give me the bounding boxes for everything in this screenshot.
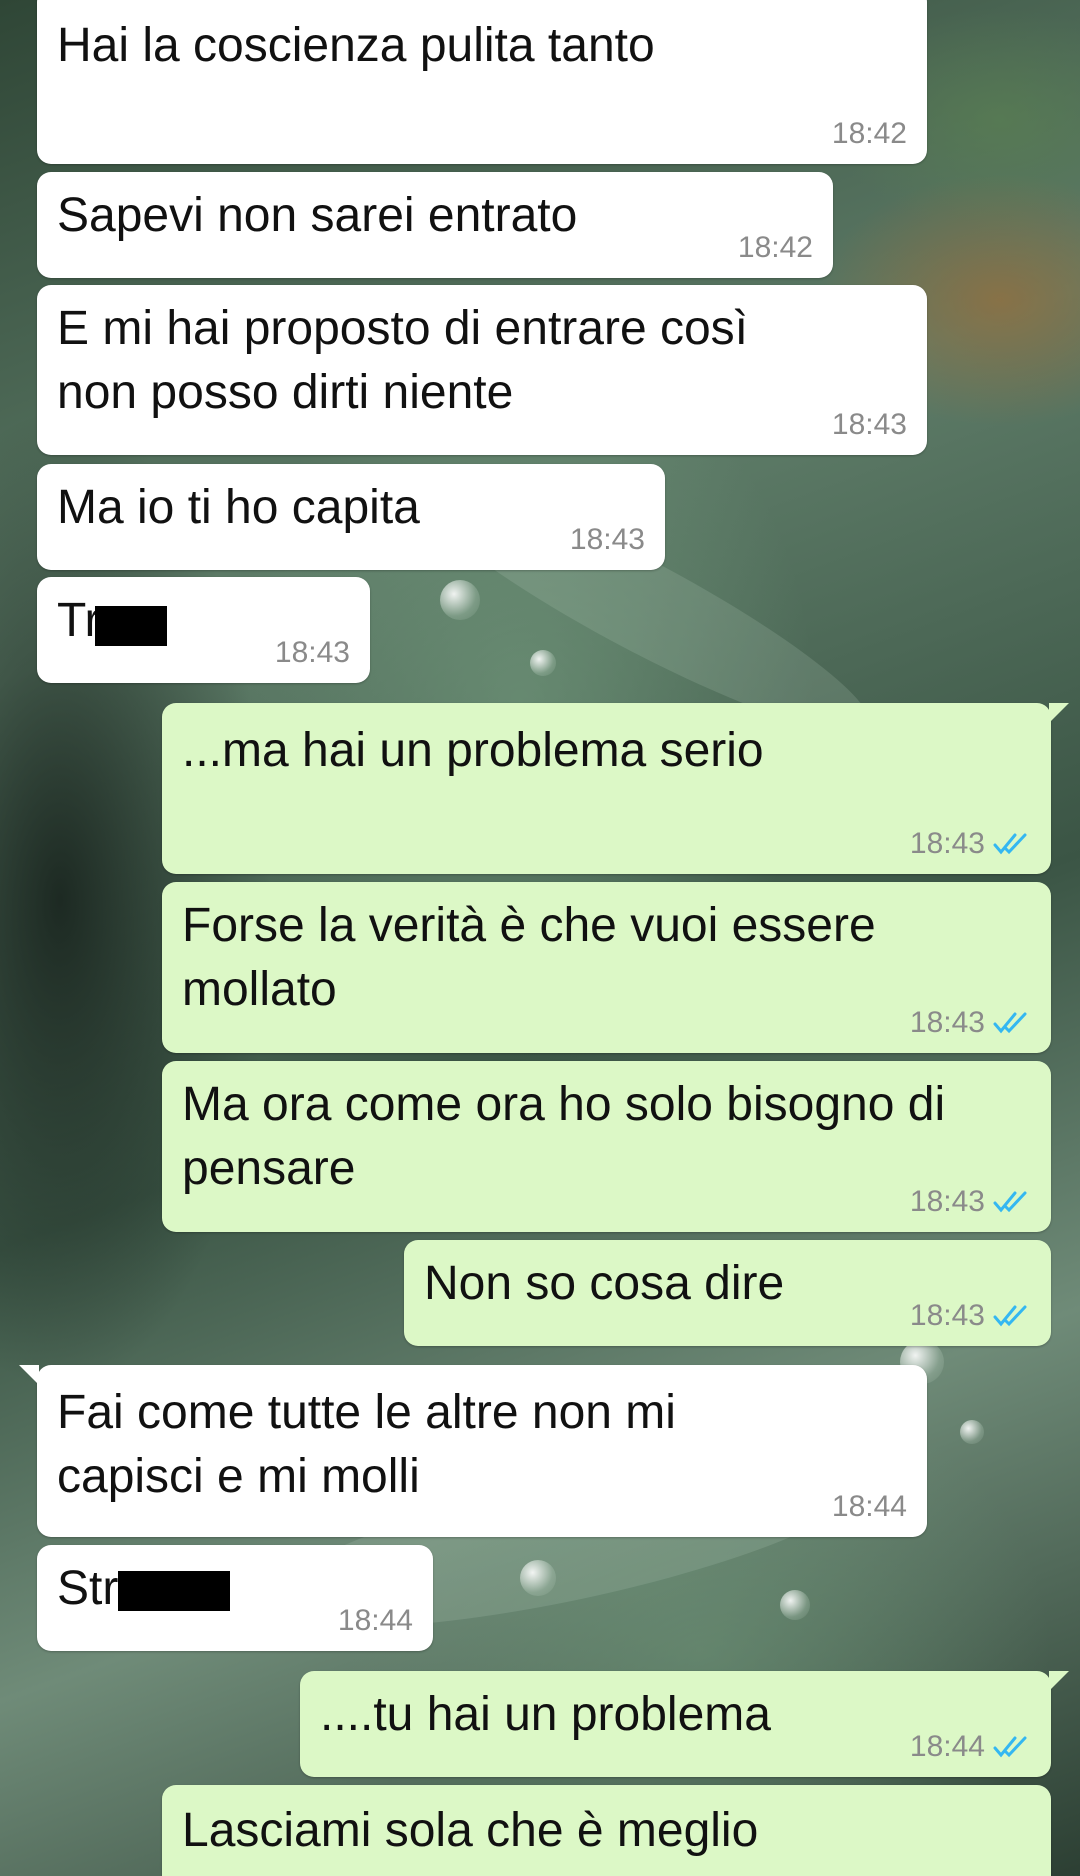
message-text: Ma ora come ora ho solo bisogno di pensa… bbox=[182, 1078, 959, 1195]
double-check-icon bbox=[993, 1191, 1027, 1213]
message-text: Hai la coscienza pulita tanto bbox=[57, 19, 655, 72]
redaction-box bbox=[118, 1571, 231, 1612]
message-meta: 18:43 bbox=[910, 1007, 1031, 1039]
message-text: Forse la verità è che vuoi essere mollat… bbox=[182, 899, 889, 1016]
message-meta: 18:43 bbox=[910, 828, 1031, 860]
message-timestamp: 18:43 bbox=[569, 523, 645, 556]
message-meta: 18:42 bbox=[832, 118, 907, 150]
message-meta: 18:43 bbox=[275, 637, 350, 669]
message-bubble-outgoing[interactable]: ...ma hai un problema serio 18:43 bbox=[162, 703, 1069, 874]
bubble-tail bbox=[1049, 703, 1069, 723]
double-check-icon bbox=[993, 1305, 1027, 1327]
message-bubble-incoming[interactable]: Tr 18:43 bbox=[37, 577, 370, 683]
message-timestamp: 18:42 bbox=[737, 231, 813, 264]
message-bubble-incoming[interactable]: Sapevi non sarei entrato 18:42 bbox=[37, 172, 833, 278]
message-meta: 18:42 bbox=[738, 232, 813, 264]
message-text: Lasciami sola che è meglio bbox=[182, 1804, 759, 1857]
message-meta: 18:44 bbox=[910, 1731, 1031, 1763]
message-timestamp: 18:43 bbox=[274, 636, 350, 669]
message-text: ...ma hai un problema serio bbox=[182, 724, 764, 777]
message-text: Fai come tutte le altre non mi capisci e… bbox=[57, 1386, 690, 1503]
message-text: Str bbox=[57, 1562, 119, 1615]
message-text: Sapevi non sarei entrato bbox=[57, 189, 578, 242]
chat-messages-list[interactable]: Hai la coscienza pulita tanto 18:42 Sape… bbox=[0, 0, 1080, 1876]
message-meta: 18:44 bbox=[832, 1491, 907, 1523]
message-bubble-incoming[interactable]: Str 18:44 bbox=[37, 1545, 433, 1651]
message-timestamp: 18:44 bbox=[831, 1490, 907, 1523]
double-check-icon bbox=[993, 833, 1027, 855]
message-timestamp: 18:43 bbox=[831, 408, 907, 441]
bubble-tail bbox=[19, 1365, 39, 1385]
message-bubble-outgoing[interactable]: Forse la verità è che vuoi essere mollat… bbox=[162, 882, 1051, 1053]
bubble-tail bbox=[1049, 1671, 1069, 1691]
message-bubble-outgoing[interactable]: Lasciami sola che è meglio bbox=[162, 1785, 1051, 1876]
message-meta: 18:44 bbox=[338, 1605, 413, 1637]
message-bubble-outgoing[interactable]: Ma ora come ora ho solo bisogno di pensa… bbox=[162, 1061, 1051, 1232]
message-text: E mi hai proposto di entrare così non po… bbox=[57, 302, 762, 419]
message-timestamp: 18:43 bbox=[909, 1299, 985, 1332]
message-bubble-outgoing[interactable]: Non so cosa dire 18:43 bbox=[404, 1240, 1051, 1346]
message-bubble-incoming[interactable]: Hai la coscienza pulita tanto 18:42 bbox=[37, 0, 927, 164]
message-timestamp: 18:43 bbox=[909, 1006, 985, 1039]
redaction-box bbox=[94, 606, 167, 647]
message-bubble-incoming[interactable]: Ma io ti ho capita 18:43 bbox=[37, 464, 665, 570]
message-meta: 18:43 bbox=[910, 1300, 1031, 1332]
message-timestamp: 18:42 bbox=[831, 117, 907, 150]
message-meta: 18:43 bbox=[910, 1186, 1031, 1218]
message-timestamp: 18:44 bbox=[337, 1604, 413, 1637]
message-timestamp: 18:43 bbox=[909, 1185, 985, 1218]
message-bubble-incoming[interactable]: Fai come tutte le altre non mi capisci e… bbox=[19, 1365, 927, 1537]
message-timestamp: 18:43 bbox=[909, 827, 985, 860]
message-bubble-outgoing[interactable]: ....tu hai un problema 18:44 bbox=[300, 1671, 1069, 1777]
message-timestamp: 18:44 bbox=[909, 1730, 985, 1763]
message-meta: 18:43 bbox=[832, 409, 907, 441]
double-check-icon bbox=[993, 1012, 1027, 1034]
message-bubble-incoming[interactable]: E mi hai proposto di entrare così non po… bbox=[37, 285, 927, 455]
message-meta: 18:43 bbox=[570, 524, 645, 556]
double-check-icon bbox=[993, 1736, 1027, 1758]
message-text: Ma io ti ho capita bbox=[57, 481, 420, 534]
